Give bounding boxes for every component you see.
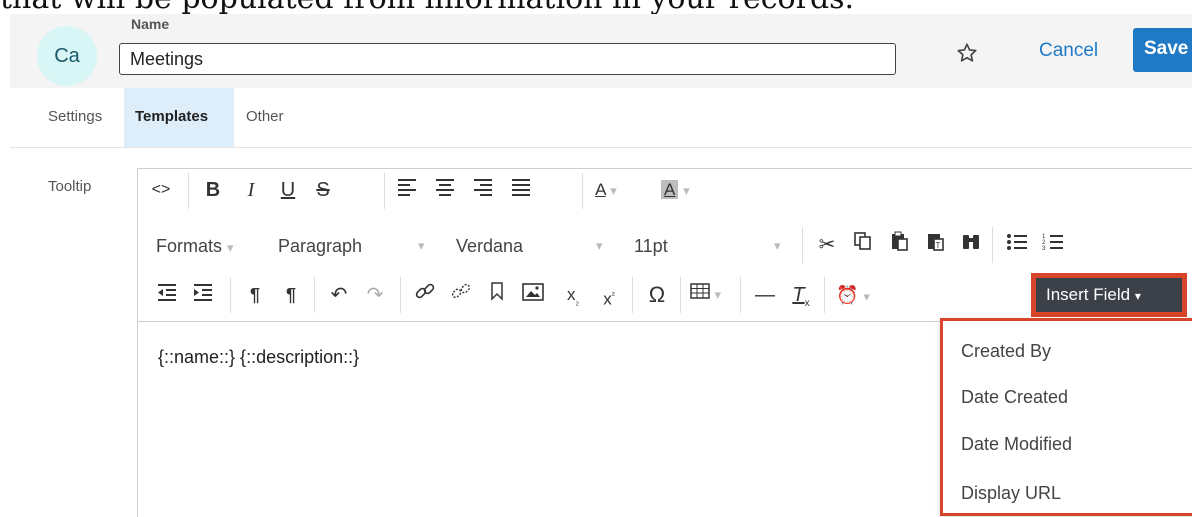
- unlink-icon[interactable]: [448, 280, 474, 310]
- special-char-icon[interactable]: Ω: [644, 280, 670, 310]
- font-size-label: 11pt: [634, 236, 668, 256]
- menu-item-date-modified[interactable]: Date Modified: [961, 434, 1072, 455]
- menu-item-created-by[interactable]: Created By: [961, 341, 1051, 362]
- tab-other[interactable]: Other: [234, 88, 314, 147]
- editor-toolbar: <> B I U S A ▾ A ▾ Formats ▾ Paragraph ▾…: [138, 169, 1192, 322]
- text-color-icon[interactable]: A ▾: [593, 175, 619, 205]
- align-justify-icon[interactable]: [508, 175, 534, 205]
- align-right-icon[interactable]: [470, 175, 496, 205]
- paragraph-dropdown[interactable]: Paragraph ▾: [278, 231, 436, 261]
- background-color-icon[interactable]: A ▾: [661, 175, 690, 205]
- record-header: Ca Name Meetings Cancel Save: [10, 14, 1192, 88]
- cut-icon[interactable]: ✂: [814, 230, 840, 260]
- paste-icon[interactable]: [886, 230, 912, 260]
- formats-label: Formats: [156, 236, 223, 256]
- tab-settings[interactable]: Settings: [10, 88, 124, 147]
- insert-field-button[interactable]: Insert Field ▾: [1036, 278, 1182, 312]
- menu-item-date-created[interactable]: Date Created: [961, 387, 1068, 408]
- bookmark-icon[interactable]: [484, 280, 510, 310]
- ltr-icon[interactable]: ¶: [242, 280, 268, 310]
- star-icon[interactable]: [956, 42, 978, 64]
- insert-field-menu: Created By Date Created Date Modified Di…: [940, 318, 1192, 516]
- source-code-icon[interactable]: <>: [148, 175, 174, 205]
- save-button[interactable]: Save: [1133, 28, 1192, 72]
- copy-icon[interactable]: [850, 230, 876, 260]
- name-input[interactable]: Meetings: [119, 43, 896, 75]
- tab-templates[interactable]: Templates: [124, 88, 234, 147]
- rtl-icon[interactable]: ¶: [278, 280, 304, 310]
- align-left-icon[interactable]: [394, 175, 420, 205]
- table-icon[interactable]: ▾: [690, 280, 721, 310]
- strikethrough-icon[interactable]: S: [310, 175, 336, 205]
- superscript-icon[interactable]: x²: [596, 280, 622, 310]
- module-avatar: Ca: [37, 26, 97, 86]
- bullet-list-icon[interactable]: [1004, 230, 1030, 260]
- tooltip-field-label: Tooltip: [48, 178, 92, 195]
- formats-dropdown[interactable]: Formats ▾: [156, 231, 234, 261]
- font-family-dropdown[interactable]: Verdana ▾: [456, 231, 606, 261]
- name-field-label: Name: [131, 16, 170, 32]
- paste-text-icon[interactable]: T: [922, 230, 948, 260]
- tab-bar: Settings Templates Other: [10, 88, 1192, 148]
- horizontal-rule-icon[interactable]: —: [752, 280, 778, 310]
- redo-icon[interactable]: ↷: [362, 280, 388, 310]
- svg-text:T: T: [936, 241, 941, 250]
- editor-content[interactable]: {::name::} {::description::}: [158, 347, 359, 368]
- image-icon[interactable]: [520, 280, 546, 310]
- bold-icon[interactable]: B: [200, 175, 226, 205]
- font-size-dropdown[interactable]: 11pt ▾: [634, 231, 790, 261]
- datetime-icon[interactable]: ⏰ ▾: [836, 280, 870, 310]
- clear-format-icon[interactable]: Tx: [788, 280, 814, 310]
- menu-item-display-url[interactable]: Display URL: [961, 483, 1061, 504]
- indent-icon[interactable]: [190, 280, 216, 310]
- paragraph-label: Paragraph: [278, 236, 363, 256]
- numbered-list-icon[interactable]: 123: [1040, 230, 1066, 260]
- svg-text:3: 3: [1042, 246, 1046, 251]
- undo-icon[interactable]: ↶: [326, 280, 352, 310]
- link-icon[interactable]: [412, 280, 438, 310]
- insert-field-highlight: Insert Field ▾: [1031, 273, 1187, 317]
- italic-icon[interactable]: I: [238, 175, 264, 205]
- find-icon[interactable]: [958, 230, 984, 260]
- cancel-button[interactable]: Cancel: [1039, 40, 1098, 62]
- outdent-icon[interactable]: [154, 280, 180, 310]
- page-caption: that will be populated from information …: [0, 0, 1192, 14]
- align-center-icon[interactable]: [432, 175, 458, 205]
- underline-icon[interactable]: U: [275, 175, 301, 205]
- font-family-label: Verdana: [456, 236, 524, 256]
- insert-field-label: Insert Field: [1046, 285, 1131, 304]
- subscript-icon[interactable]: x₂: [560, 280, 586, 310]
